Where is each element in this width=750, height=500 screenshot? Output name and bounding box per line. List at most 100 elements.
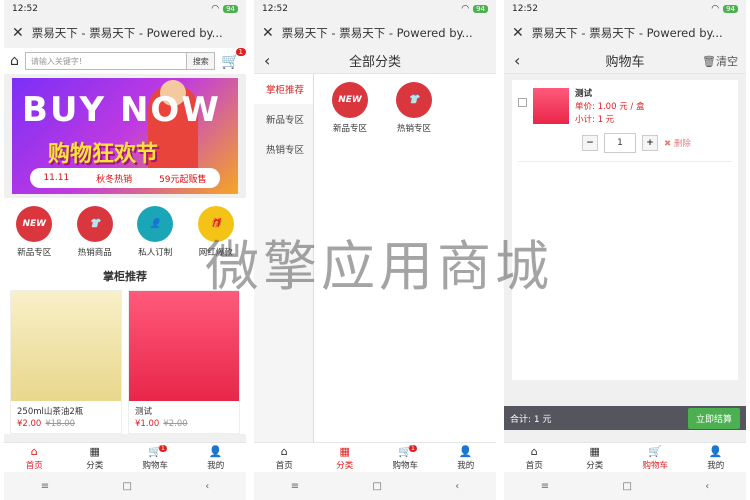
- home-icon[interactable]: ⌂: [10, 53, 19, 69]
- item-unit-price: 单价: 1.00 元 / 盒: [575, 102, 645, 112]
- cart-item: 测试 单价: 1.00 元 / 盒 小计: 1 元 − 1 + ✖ 删除: [512, 80, 738, 380]
- banner-subbar: 11.11 秋冬热销 59元起贩售: [30, 168, 220, 188]
- home-icon: ⌂: [530, 444, 538, 458]
- back-icon[interactable]: ‹: [264, 51, 270, 70]
- tab-label: 分类: [586, 460, 604, 471]
- item-thumbnail: [533, 88, 569, 124]
- home-square-icon[interactable]: □: [372, 481, 381, 492]
- price-original: ¥18.00: [45, 419, 76, 429]
- search-box: 请输入关键字! 搜索: [24, 52, 216, 70]
- status-time: 12:52: [12, 4, 38, 14]
- menu-icon[interactable]: ≡: [41, 481, 49, 492]
- product-price: ¥1.00 ¥2.00: [129, 419, 239, 433]
- tab-cart[interactable]: 🛒 购物车: [625, 443, 686, 472]
- user-icon: 👤: [208, 444, 223, 458]
- back-icon[interactable]: ‹: [705, 481, 709, 492]
- wifi-icon: ◠: [711, 4, 720, 14]
- tab-profile[interactable]: 👤 我的: [186, 443, 247, 472]
- battery-icon: 94: [723, 5, 738, 13]
- close-icon[interactable]: ✕: [12, 25, 24, 41]
- home-square-icon[interactable]: □: [622, 481, 631, 492]
- tab-profile[interactable]: 👤 我的: [686, 443, 747, 472]
- clear-cart-button[interactable]: 🗑清空: [702, 53, 738, 69]
- delete-x-icon: ✖: [664, 139, 672, 149]
- banner-headline: BUY NOW: [22, 90, 221, 130]
- category-hot[interactable]: 👕 热销商品: [67, 206, 123, 258]
- shirt-icon: 👕: [76, 206, 113, 242]
- section-title: 掌柜推荐: [4, 262, 246, 290]
- tab-category[interactable]: ▦ 分类: [315, 443, 376, 472]
- home-icon: ⌂: [30, 444, 38, 458]
- subcategory-label: 热销专区: [396, 124, 431, 134]
- item-subtotal: 小计: 1 元: [575, 115, 615, 125]
- back-icon[interactable]: ‹: [205, 481, 209, 492]
- shirt-icon: 👕: [396, 82, 432, 118]
- wechat-title-bar: ✕ 票易天下 - 票易天下 - Powered by...: [4, 18, 246, 48]
- page-title: 全部分类: [348, 55, 401, 70]
- category-sidebar: 掌柜推荐 新品专区 热销专区: [254, 74, 314, 444]
- search-row: ⌂ 请输入关键字! 搜索 🛒 1: [4, 48, 246, 74]
- grid-icon: ▦: [339, 444, 350, 458]
- sidebar-item-hot[interactable]: 热销专区: [254, 134, 313, 164]
- home-square-icon[interactable]: □: [122, 481, 131, 492]
- category-label: 热销商品: [77, 248, 112, 258]
- subcategory-hot[interactable]: 👕 热销专区: [386, 82, 442, 134]
- close-icon[interactable]: ✕: [262, 25, 274, 41]
- back-icon[interactable]: ‹: [455, 481, 459, 492]
- menu-icon[interactable]: ≡: [541, 481, 549, 492]
- delete-button[interactable]: ✖ 删除: [664, 137, 691, 149]
- item-checkbox[interactable]: [518, 98, 527, 107]
- category-label: 网红爆款: [198, 248, 233, 258]
- category-custom[interactable]: 👤 私人订制: [127, 206, 183, 258]
- back-icon[interactable]: ‹: [514, 51, 520, 70]
- gift-icon: 🎁: [197, 206, 234, 242]
- tab-label: 我的: [457, 460, 475, 471]
- tab-category[interactable]: ▦ 分类: [65, 443, 126, 472]
- checkout-button[interactable]: 立即结算: [687, 407, 740, 429]
- tab-cart[interactable]: 🛒 1 购物车: [375, 443, 436, 472]
- new-icon: NEW: [332, 82, 368, 118]
- cart-icon: 🛒: [648, 444, 663, 458]
- tab-label: 购物车: [392, 460, 418, 471]
- tab-home[interactable]: ⌂ 首页: [4, 443, 65, 472]
- cart-total: 合计: 1 元: [510, 414, 552, 425]
- tab-label: 首页: [525, 460, 543, 471]
- wechat-title-bar: ✕ 票易天下 - 票易天下 - Powered by...: [254, 18, 496, 48]
- sidebar-item-recommend[interactable]: 掌柜推荐: [254, 74, 313, 104]
- cart-icon[interactable]: 🛒 1: [221, 48, 246, 70]
- search-input[interactable]: 请输入关键字!: [26, 53, 186, 69]
- status-bar: 12:52 ◠ 94: [4, 0, 246, 18]
- quantity-input[interactable]: 1: [604, 133, 636, 153]
- phone-category: 12:52 ◠ 94 ✕ 票易天下 - 票易天下 - Powered by... …: [254, 0, 496, 500]
- increment-button[interactable]: +: [642, 135, 658, 151]
- new-icon: NEW: [16, 206, 53, 242]
- phone-home: 12:52 ◠ 94 ✕ 票易天下 - 票易天下 - Powered by... …: [4, 0, 246, 500]
- category-trending[interactable]: 🎁 网红爆款: [188, 206, 244, 258]
- search-button[interactable]: 搜索: [186, 53, 215, 69]
- category-new[interactable]: NEW 新品专区: [6, 206, 62, 258]
- tab-category[interactable]: ▦ 分类: [565, 443, 626, 472]
- banner-tagline: 秋冬热销: [96, 174, 133, 185]
- close-icon[interactable]: ✕: [512, 25, 524, 41]
- wechat-title-bar: ✕ 票易天下 - 票易天下 - Powered by...: [504, 18, 746, 48]
- menu-icon[interactable]: ≡: [291, 481, 299, 492]
- tab-cart[interactable]: 🛒 1 购物车: [125, 443, 186, 472]
- sidebar-item-new[interactable]: 新品专区: [254, 104, 313, 134]
- product-card[interactable]: 250ml山茶油2瓶 ¥2.00 ¥18.00: [10, 290, 122, 434]
- subcategory-new[interactable]: NEW 新品专区: [322, 82, 378, 134]
- product-card[interactable]: 测试 ¥1.00 ¥2.00: [128, 290, 240, 434]
- tab-badge: 1: [159, 445, 167, 452]
- tab-home[interactable]: ⌂ 首页: [504, 443, 565, 472]
- tab-label: 分类: [86, 460, 104, 471]
- tab-home[interactable]: ⌂ 首页: [254, 443, 315, 472]
- subcategory-label: 新品专区: [332, 124, 367, 134]
- page-nav-bar: ‹ 全部分类: [254, 48, 496, 74]
- tab-profile[interactable]: 👤 我的: [436, 443, 497, 472]
- product-price: ¥2.00 ¥18.00: [11, 419, 121, 433]
- promo-banner[interactable]: BUY NOW 购物狂欢节 11.11 秋冬热销 59元起贩售: [12, 78, 238, 194]
- wifi-icon: ◠: [461, 4, 470, 14]
- tab-label: 我的: [707, 460, 725, 471]
- decrement-button[interactable]: −: [582, 135, 598, 151]
- battery-icon: 94: [223, 5, 238, 13]
- price-current: ¥1.00: [135, 419, 160, 429]
